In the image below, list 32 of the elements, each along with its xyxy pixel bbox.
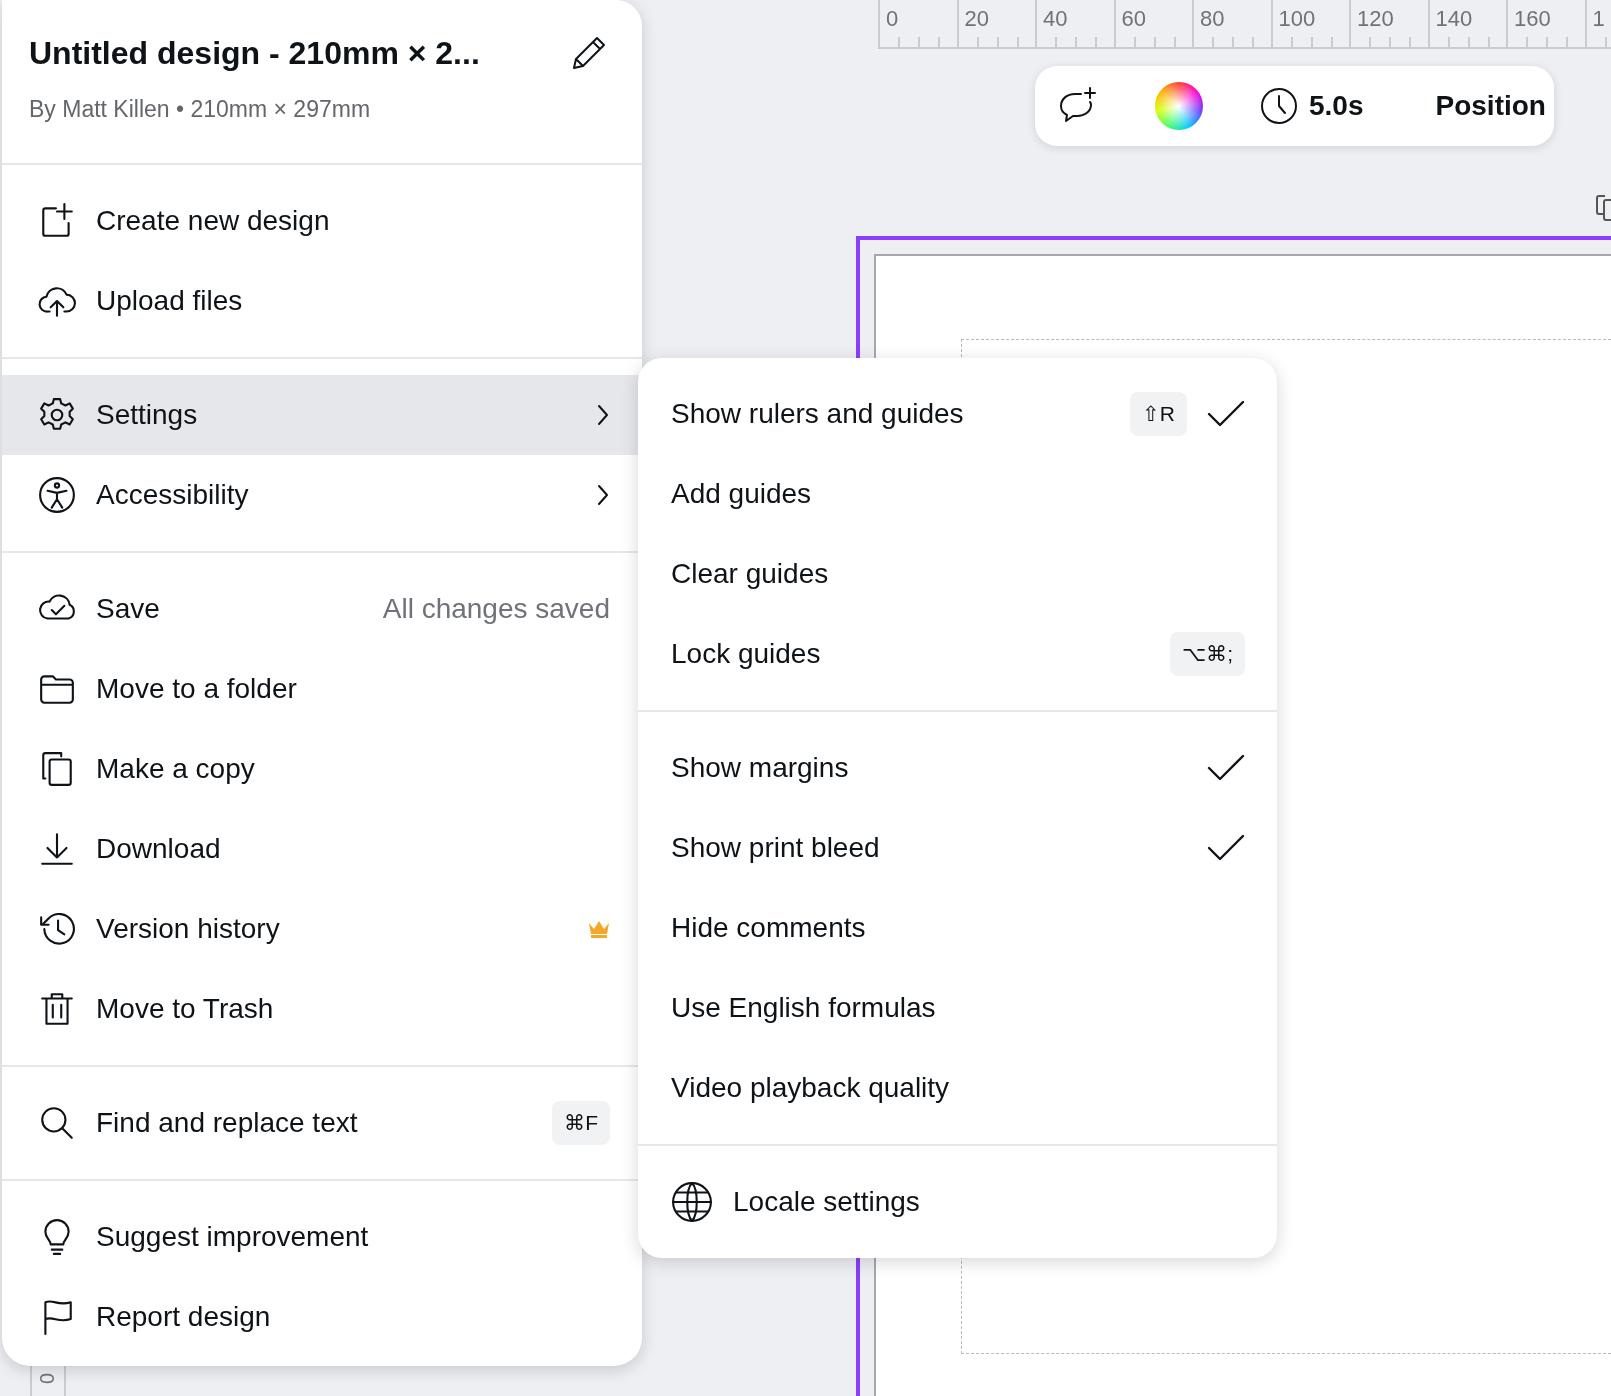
menu-item[interactable]: Report design (2, 1277, 642, 1357)
design-info: By Matt Killen • 210mm × 297mm (29, 96, 372, 123)
clock-icon (1259, 86, 1299, 126)
color-wheel-icon (1155, 82, 1203, 130)
ruler-number: 160 (1513, 5, 1552, 32)
ruler-number: 140 (1434, 5, 1474, 32)
ruler-number: 0 (36, 1372, 60, 1385)
search-icon (38, 1104, 76, 1142)
shortcut-key: ⌥⌘; (1170, 632, 1245, 676)
position-button[interactable]: Position (1431, 86, 1550, 126)
design-title: Untitled design - 210mm × 2... (29, 34, 480, 72)
history-icon (38, 910, 76, 948)
copy-icon (1595, 192, 1611, 222)
shortcut-key: ⌘F (552, 1101, 610, 1145)
download-icon (38, 830, 76, 868)
ruler-number: 100 (1277, 5, 1317, 32)
save-status: All changes saved (382, 593, 610, 625)
globe-icon (671, 1181, 713, 1223)
ruler-number: 60 (1120, 5, 1147, 32)
accessibility-icon (38, 476, 76, 514)
pencil-icon (570, 34, 608, 72)
trash-icon (38, 990, 76, 1028)
menu-item[interactable]: Upload files (2, 261, 642, 341)
duration-button[interactable]: 5.0s (1255, 82, 1368, 130)
ruler-number: 80 (1199, 5, 1226, 32)
ruler-number: 1 (1591, 5, 1606, 32)
menu-item[interactable]: Create new design (2, 181, 642, 261)
ruler-number: 0 (885, 5, 900, 32)
shortcut-key: ⇧R (1129, 392, 1187, 436)
ruler-number: 20 (963, 5, 990, 32)
ruler-number: 120 (1356, 5, 1395, 32)
ruler-number: 40 (1042, 5, 1069, 32)
